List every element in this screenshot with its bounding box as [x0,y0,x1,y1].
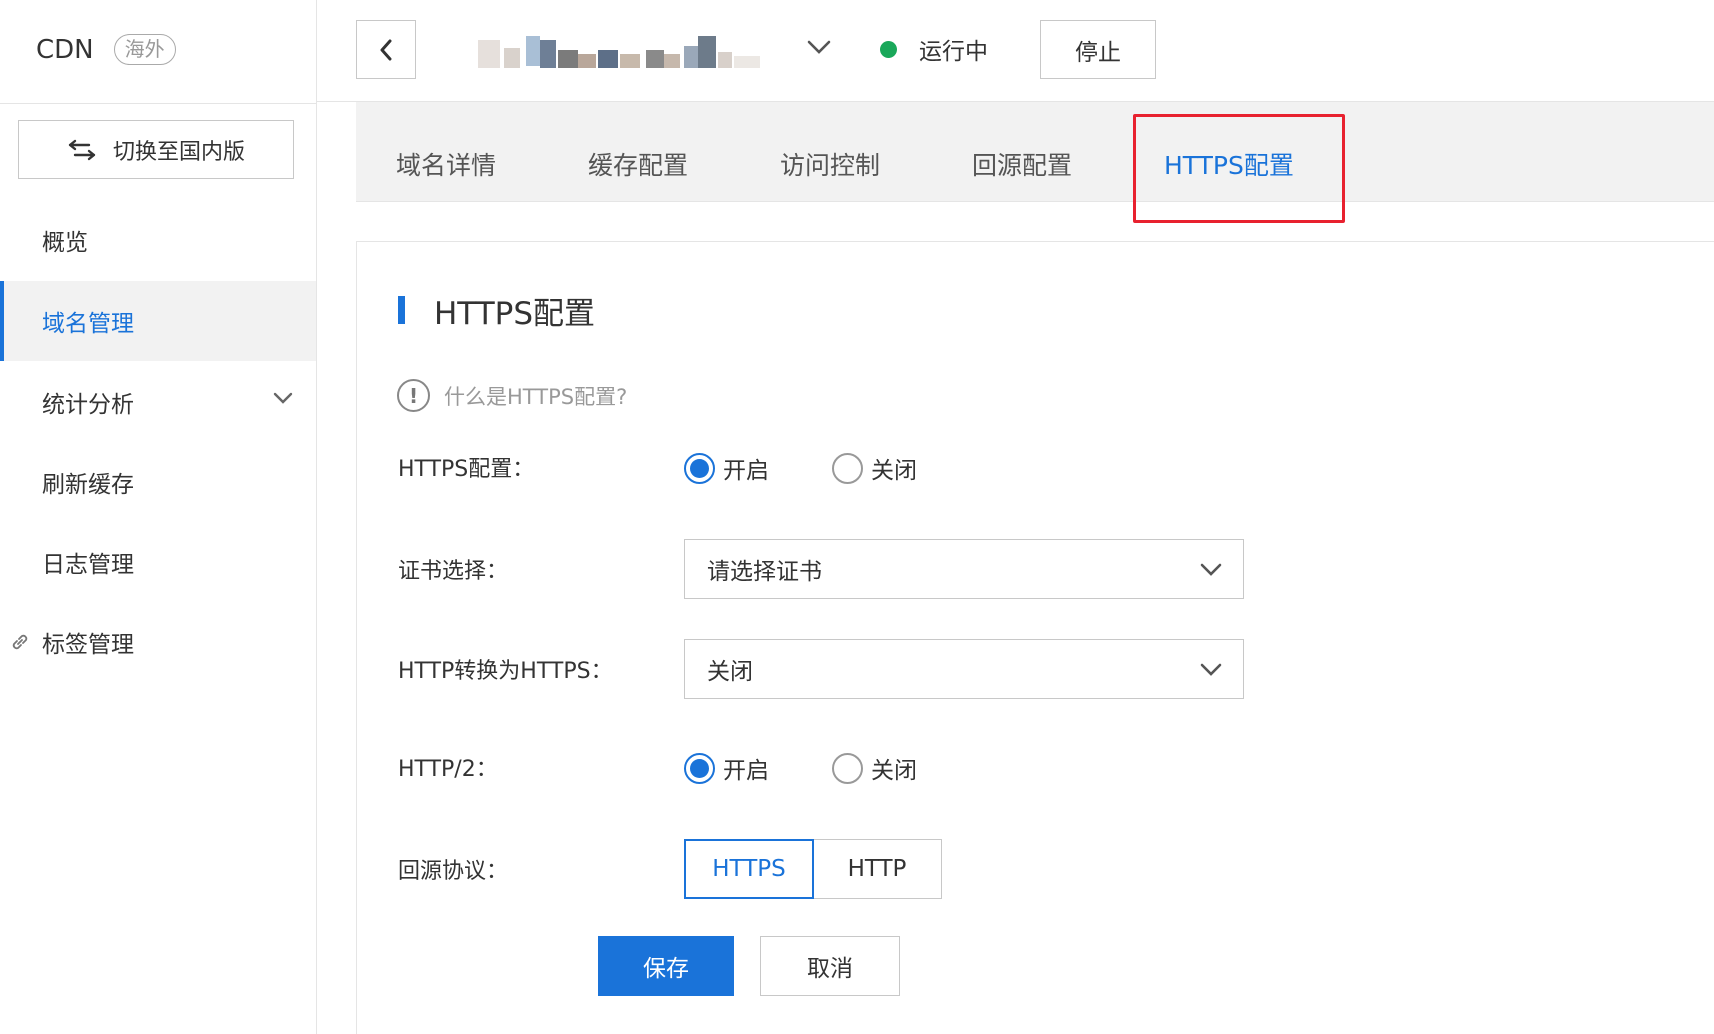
radio-unchecked-icon [832,452,863,484]
https-config-radio-off[interactable]: 关闭 [832,451,917,485]
help-link-text: 什么是HTTPS配置? [444,384,628,409]
section-accent-bar [398,296,405,324]
info-icon: ! [397,379,430,412]
radio-label: 开启 [723,758,769,784]
chevron-down-icon [1200,663,1222,676]
sidebar: CDN 海外 切换至国内版 概览 域名管理 统计分析 刷新缓存 日志管理 标签管… [0,0,317,1034]
sidebar-item-label: 日志管理 [42,552,134,578]
radio-checked-icon [684,752,715,784]
sidebar-item-label: 刷新缓存 [42,472,134,498]
certificate-label: 证书选择： [398,559,509,584]
brand-title: CDN [36,34,94,65]
config-tabs: 域名详情 缓存配置 访问控制 回源配置 HTTPS配置 [356,102,1714,202]
origin-protocol-label: 回源协议： [398,859,509,884]
tab-access-control[interactable]: 访问控制 [780,102,880,202]
sidebar-item-label: 标签管理 [42,632,134,658]
http2-label: HTTP/2： [398,757,498,782]
help-link[interactable]: ! 什么是HTTPS配置? [397,379,627,412]
domain-select-chevron-icon[interactable] [806,38,832,56]
sidebar-item-label: 概览 [42,230,88,256]
radio-label: 关闭 [871,458,917,484]
stop-button[interactable]: 停止 [1040,20,1156,79]
status-dot-icon [880,40,897,58]
sidebar-item-statistics[interactable]: 统计分析 [0,362,316,442]
http2-radio-on[interactable]: 开启 [684,751,769,785]
http-to-https-select[interactable]: 关闭 [684,639,1244,699]
section-title: HTTPS配置 [434,296,596,332]
swap-arrows-icon [68,139,96,160]
tab-cache-config[interactable]: 缓存配置 [588,102,688,202]
switch-to-domestic-button[interactable]: 切换至国内版 [18,120,294,179]
radio-checked-icon [684,452,715,484]
sidebar-item-domain-management[interactable]: 域名管理 [0,281,316,361]
sidebar-item-tag-management[interactable]: 标签管理 [0,602,316,682]
certificate-select[interactable]: 请选择证书 [684,539,1244,599]
origin-protocol-https-option[interactable]: HTTPS [684,839,814,899]
radio-label: 关闭 [871,758,917,784]
sidebar-item-label: 域名管理 [42,311,134,337]
brand: CDN 海外 [36,34,176,65]
radio-unchecked-icon [832,752,863,784]
http-to-https-label: HTTP转换为HTTPS： [398,659,613,684]
cancel-button[interactable]: 取消 [760,936,900,996]
certificate-select-value: 请选择证书 [707,559,822,585]
http-to-https-select-value: 关闭 [707,659,753,685]
switch-to-domestic-label: 切换至国内版 [112,139,245,165]
tab-highlight-box [1133,114,1345,223]
https-config-panel [356,241,1714,1034]
tab-domain-details[interactable]: 域名详情 [396,102,496,202]
https-config-radio-on[interactable]: 开启 [684,451,769,485]
running-status: 运行中 [880,32,988,66]
http2-radio-off[interactable]: 关闭 [832,751,917,785]
sidebar-item-overview[interactable]: 概览 [0,200,316,280]
status-text: 运行中 [919,39,988,65]
domain-name-redacted [478,36,760,68]
sidebar-item-log-management[interactable]: 日志管理 [0,522,316,602]
back-button[interactable] [356,20,416,79]
link-icon [12,634,28,650]
chevron-down-icon [1200,563,1222,576]
chevron-down-icon [273,392,293,404]
tab-origin-config[interactable]: 回源配置 [972,102,1072,202]
save-button[interactable]: 保存 [598,936,734,996]
sidebar-divider [0,103,316,104]
origin-protocol-http-option[interactable]: HTTP [812,839,942,899]
radio-label: 开启 [723,458,769,484]
sidebar-item-refresh-cache[interactable]: 刷新缓存 [0,442,316,522]
app-root: CDN 海外 切换至国内版 概览 域名管理 统计分析 刷新缓存 日志管理 标签管… [0,0,1714,1034]
sidebar-item-label: 统计分析 [42,392,134,418]
region-badge: 海外 [113,34,176,65]
https-config-label: HTTPS配置： [398,457,535,482]
chevron-left-icon [380,39,392,60]
